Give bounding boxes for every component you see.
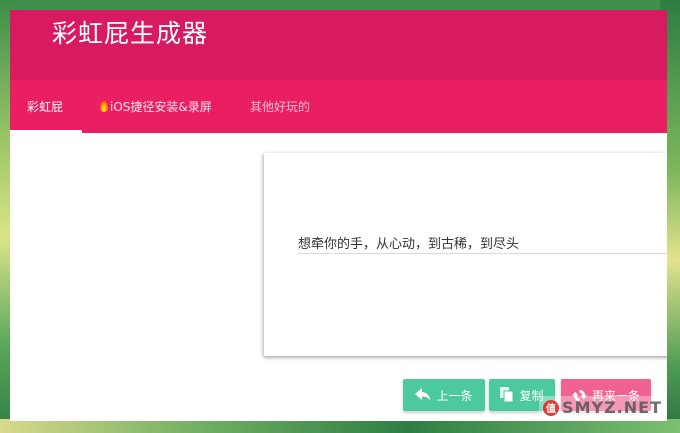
tab-other-fun[interactable]: 其他好玩的: [230, 80, 370, 133]
app-title: 彩虹屁生成器: [52, 19, 209, 48]
tab-other-fun-label: 其他好玩的: [250, 100, 311, 114]
background-bottom: [0, 419, 680, 433]
app-window: 彩虹屁生成器 彩虹屁 iOS捷径安装&录屏 其他好玩的 想牵你的手，从心动，到古…: [10, 10, 667, 421]
previous-button[interactable]: 上一条: [403, 379, 485, 411]
quote-text: 想牵你的手，从心动，到古稀，到尽头: [298, 237, 520, 252]
quote-card: 想牵你的手，从心动，到古稀，到尽头: [264, 153, 667, 356]
previous-button-label: 上一条: [436, 388, 473, 403]
tab-rainbow-label: 彩虹屁: [27, 100, 64, 114]
watermark-text: SMYZ.NET: [562, 398, 662, 417]
tab-bar: 彩虹屁 iOS捷径安装&录屏 其他好玩的: [10, 80, 667, 133]
back-arrow-icon: [415, 388, 431, 401]
tab-ios-shortcut[interactable]: iOS捷径安装&录屏: [82, 80, 230, 133]
flame-icon: [100, 101, 108, 112]
copy-icon: [500, 387, 514, 403]
site-watermark: 值 SMYZ.NET: [539, 396, 666, 419]
watermark-logo-icon: 值: [543, 399, 560, 416]
quote-field[interactable]: 想牵你的手，从心动，到古稀，到尽头: [298, 227, 667, 254]
tab-ios-shortcut-label: iOS捷径安装&录屏: [110, 100, 212, 114]
tab-rainbow[interactable]: 彩虹屁: [10, 80, 82, 133]
app-header: 彩虹屁生成器: [10, 10, 667, 80]
active-tab-indicator: [10, 130, 82, 133]
